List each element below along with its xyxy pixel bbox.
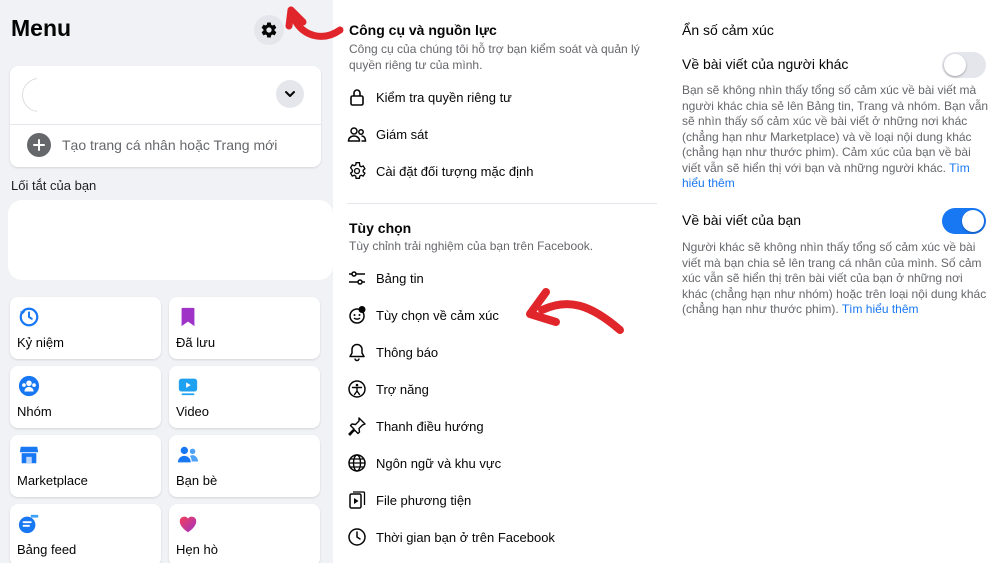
menu-title: Menu	[11, 15, 72, 41]
tile-label: Bạn bè	[176, 473, 218, 488]
hide-reactions-panel: Ẩn số cảm xúc Về bài viết của người khác…	[666, 0, 1000, 563]
chevron-down-icon	[285, 91, 295, 97]
shortcuts-heading: Lối tắt của bạn	[11, 178, 97, 193]
item-label: Kiểm tra quyền riêng tư	[376, 89, 512, 105]
others-posts-toggle[interactable]	[942, 52, 986, 78]
friends-icon	[177, 446, 199, 463]
default-audience-item[interactable]: Cài đặt đối tượng mặc định	[347, 159, 533, 183]
item-label: Giám sát	[376, 126, 429, 142]
tile-saved[interactable]: Đã lưu	[169, 297, 320, 359]
tile-label: Marketplace	[17, 473, 88, 488]
preferences-heading: Tùy chọn	[349, 220, 412, 236]
tools-heading: Công cụ và nguồn lực	[349, 22, 497, 38]
tile-friends[interactable]: Bạn bè	[169, 435, 320, 497]
pin-icon	[348, 417, 366, 436]
privacy-checkup-item[interactable]: Kiểm tra quyền riêng tư	[347, 85, 512, 109]
your-posts-toggle[interactable]	[942, 208, 986, 234]
globe-icon	[348, 454, 366, 472]
accessibility-item[interactable]: Trợ năng	[347, 377, 429, 401]
switch-profile-button[interactable]	[276, 80, 304, 108]
others-posts-description: Bạn sẽ không nhìn thấy tổng số cảm xúc v…	[682, 83, 990, 192]
supervision-icon	[347, 127, 367, 142]
item-label: Tùy chọn về cảm xúc	[376, 307, 499, 323]
item-label: Thời gian bạn ở trên Facebook	[376, 529, 555, 545]
item-label: Bảng tin	[376, 270, 424, 286]
media-item[interactable]: File phương tiện	[347, 488, 471, 512]
your-posts-label: Về bài viết của bạn	[682, 212, 802, 228]
settings-button[interactable]	[254, 15, 284, 45]
tile-marketplace[interactable]: Marketplace	[10, 435, 161, 497]
profile-card[interactable]: Tạo trang cá nhân hoặc Trang mới	[10, 66, 321, 167]
clock-icon	[348, 528, 366, 546]
item-label: Ngôn ngữ và khu vực	[376, 455, 502, 471]
reactions-icon	[349, 306, 366, 324]
menu-panel: Menu Tạo trang cá nhân hoặc Trang mới Lố…	[0, 0, 333, 563]
create-profile-link[interactable]: Tạo trang cá nhân hoặc Trang mới	[62, 137, 277, 153]
tile-label: Bảng feed	[17, 542, 77, 557]
preferences-description: Tùy chỉnh trải nghiệm của bạn trên Faceb…	[349, 239, 594, 253]
item-label: Thanh điều hướng	[376, 418, 484, 434]
supervision-item[interactable]: Giám sát	[347, 122, 428, 146]
tile-label: Kỷ niệm	[17, 335, 64, 350]
feeds-icon	[18, 514, 39, 534]
item-label: Trợ năng	[376, 381, 429, 397]
item-label: Thông báo	[376, 344, 439, 360]
tile-label: Hẹn hò	[176, 542, 218, 557]
description-text: Bạn sẽ không nhìn thấy tổng số cảm xúc v…	[682, 83, 989, 175]
reaction-preferences-item[interactable]: Tùy chọn về cảm xúc	[347, 303, 499, 327]
avatar[interactable]	[22, 78, 58, 114]
gear-icon	[261, 22, 277, 38]
tile-label: Video	[176, 404, 210, 419]
tile-groups[interactable]: Nhóm	[10, 366, 161, 428]
divider	[347, 203, 657, 204]
item-label: Cài đặt đối tượng mặc định	[376, 163, 534, 179]
tile-label: Nhóm	[17, 404, 52, 419]
bell-icon	[349, 343, 365, 362]
plus-icon[interactable]	[27, 133, 51, 157]
tile-feeds[interactable]: Bảng feed	[10, 504, 161, 563]
page-title: Ẩn số cảm xúc	[682, 22, 774, 38]
dating-icon	[179, 516, 197, 533]
others-posts-label: Về bài viết của người khác	[682, 56, 849, 72]
item-label: File phương tiện	[376, 492, 472, 508]
annotation-arrow	[285, 6, 344, 40]
time-on-facebook-item[interactable]: Thời gian bạn ở trên Facebook	[347, 525, 555, 549]
your-posts-description: Người khác sẽ không nhìn thấy tổng số cả…	[682, 240, 990, 318]
media-icon	[349, 491, 366, 509]
navigation-bar-item[interactable]: Thanh điều hướng	[347, 414, 484, 438]
lock-icon	[350, 89, 364, 106]
language-region-item[interactable]: Ngôn ngữ và khu vực	[347, 451, 501, 475]
redacted-shortcuts	[8, 200, 333, 280]
annotation-arrow	[526, 288, 624, 334]
tile-video[interactable]: Video	[169, 366, 320, 428]
groups-icon	[18, 375, 40, 397]
tile-dating[interactable]: Hẹn hò	[169, 504, 320, 563]
learn-more-link[interactable]: Tìm hiểu thêm	[842, 302, 919, 316]
tools-description: Công cụ của chúng tôi hỗ trợ bạn kiểm so…	[349, 42, 640, 72]
description-text: Người khác sẽ không nhìn thấy tổng số cả…	[682, 240, 987, 316]
accessibility-icon	[348, 380, 366, 398]
sliders-icon	[349, 271, 365, 285]
memories-icon	[19, 307, 39, 327]
tile-memories[interactable]: Kỷ niệm	[10, 297, 161, 359]
marketplace-icon	[19, 446, 39, 464]
divider	[10, 124, 321, 125]
news-feed-item[interactable]: Bảng tin	[347, 266, 424, 290]
gear-icon	[349, 162, 366, 179]
tile-label: Đã lưu	[176, 335, 216, 350]
saved-icon	[181, 307, 195, 327]
video-icon	[178, 378, 198, 396]
notifications-item[interactable]: Thông báo	[347, 340, 438, 364]
